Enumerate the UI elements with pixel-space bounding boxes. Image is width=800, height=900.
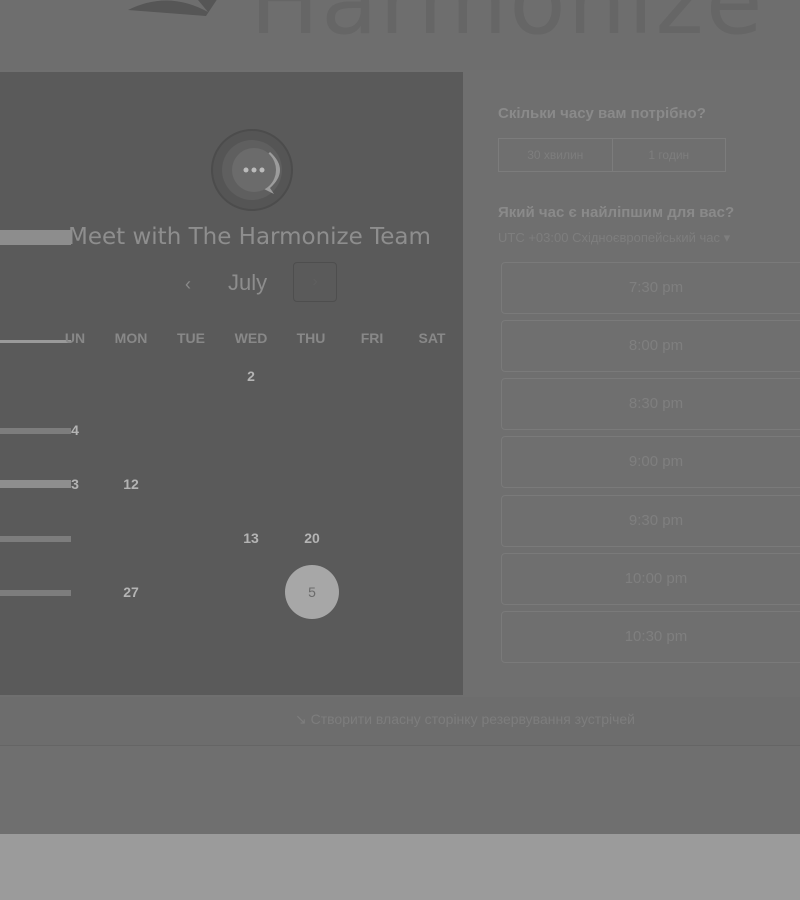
time-slot-button[interactable]: 9:00 pm <box>501 436 800 488</box>
page-bottom-area <box>0 834 800 900</box>
harmonize-logo-icon <box>128 0 217 16</box>
chat-bubble-avatar-icon <box>211 129 293 211</box>
calendar-day <box>285 403 339 457</box>
calendar-day <box>405 457 459 511</box>
calendar-day <box>405 565 459 619</box>
logo-text: Harmonize <box>250 0 765 55</box>
calendar-day <box>164 565 218 619</box>
calendar-day[interactable]: 13 <box>224 511 278 565</box>
calendar-day <box>104 511 158 565</box>
weekday-label: THU <box>296 330 326 346</box>
calendar-day <box>164 403 218 457</box>
weekday-label: MON <box>114 330 148 346</box>
calendar-day <box>405 403 459 457</box>
month-label: July <box>228 270 268 295</box>
calendar-day <box>345 403 399 457</box>
time-slot-button[interactable]: 8:00 pm <box>501 320 800 372</box>
calendar-day <box>405 511 459 565</box>
weekday-label: FRI <box>360 330 384 346</box>
calendar-day <box>224 403 278 457</box>
calendar-day[interactable]: 2 <box>224 349 278 403</box>
calendar-day <box>405 349 459 403</box>
previous-month-button[interactable]: ‹ <box>178 274 198 294</box>
weekday-label: WED <box>234 330 268 346</box>
calendar-day <box>345 511 399 565</box>
time-slot-button[interactable]: 9:30 pm <box>501 495 800 547</box>
calendar-day[interactable]: 27 <box>104 565 158 619</box>
time-heading: Який час є найліпшим для вас? <box>498 204 735 221</box>
month-navigation: ‹ July › <box>170 262 340 308</box>
calendar-day <box>224 457 278 511</box>
calendar-day <box>164 511 218 565</box>
calendar-day <box>164 349 218 403</box>
page-title: Meet with The Harmonize Team <box>68 224 431 250</box>
calendar-day[interactable]: 12 <box>104 457 158 511</box>
calendar-day <box>104 349 158 403</box>
calendar-day <box>285 457 339 511</box>
duration-option-1-hour[interactable]: 1 годин <box>611 139 726 171</box>
duration-heading: Скільки часу вам потрібно? <box>498 105 706 122</box>
logo-header: Harmonize <box>0 0 800 70</box>
calendar-day[interactable]: 20 <box>285 511 339 565</box>
calendar-day <box>48 565 102 619</box>
timezone-dropdown[interactable]: UTC +03:00 Східноєвропейський час ▾ <box>498 230 730 246</box>
footer-bar: ↘ Створити власну сторінку резервування … <box>0 697 800 746</box>
next-month-button[interactable]: › <box>293 262 337 302</box>
create-booking-page-link[interactable]: ↘ Створити власну сторінку резервування … <box>0 711 800 728</box>
duration-option-30-min[interactable]: 30 хвилин <box>499 139 612 171</box>
time-slot-button[interactable]: 10:00 pm <box>501 553 800 605</box>
calendar-day <box>104 403 158 457</box>
calendar-day <box>48 511 102 565</box>
calendar-day <box>48 349 102 403</box>
duration-toggle: 30 хвилин 1 годин <box>498 138 726 172</box>
calendar-panel: Meet with The Harmonize Team ‹ July › UN… <box>0 72 463 695</box>
time-slot-button[interactable]: 7:30 pm <box>501 262 800 314</box>
calendar-day <box>224 565 278 619</box>
calendar-day <box>345 457 399 511</box>
calendar-day <box>345 349 399 403</box>
calendar-day <box>285 349 339 403</box>
time-slot-button[interactable]: 10:30 pm <box>501 611 800 663</box>
calendar-day-selected[interactable]: 5 <box>285 565 339 619</box>
calendar-day <box>345 565 399 619</box>
weekday-label: SAT <box>418 330 446 346</box>
time-slot-button[interactable]: 8:30 pm <box>501 378 800 430</box>
calendar-day[interactable]: 4 <box>48 403 102 457</box>
calendar-day[interactable]: 3 <box>48 457 102 511</box>
time-selection-panel: Скільки часу вам потрібно? 30 хвилин 1 г… <box>463 72 800 695</box>
weekday-label: TUE <box>177 330 205 346</box>
panel-edge-bar <box>0 230 71 245</box>
calendar-day <box>164 457 218 511</box>
weekday-label: UN <box>64 330 86 346</box>
booking-page: Harmonize Meet with The Harmonize Team ‹… <box>0 0 800 834</box>
